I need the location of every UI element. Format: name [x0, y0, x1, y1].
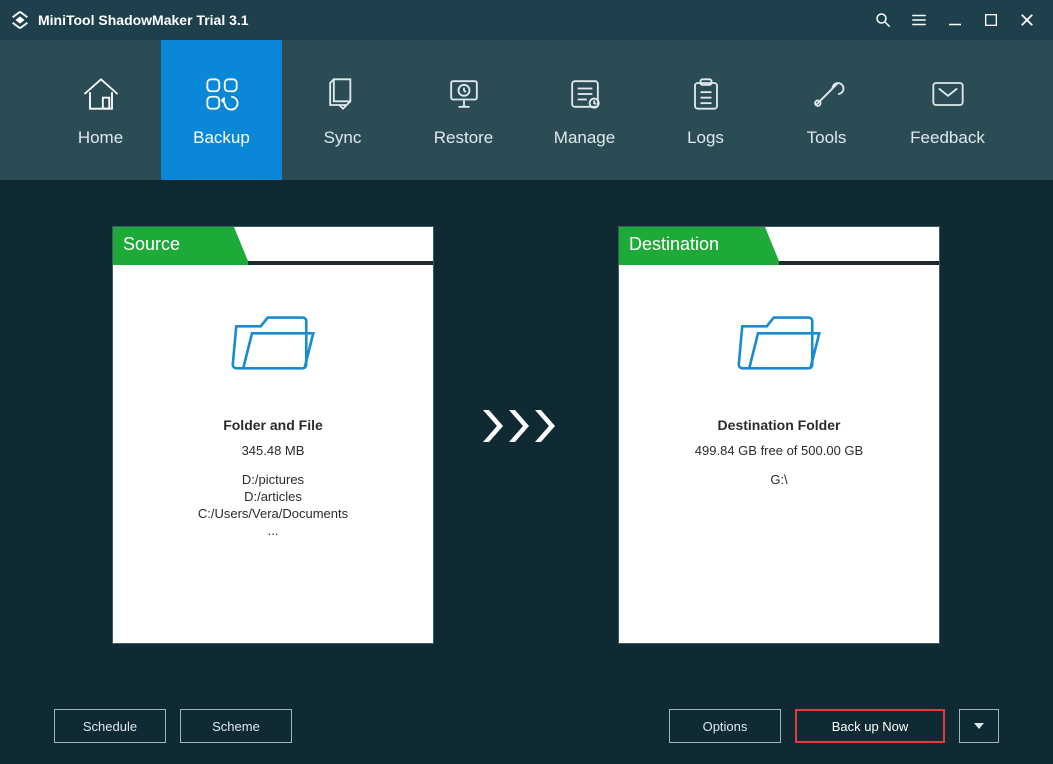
- menu-icon[interactable]: [901, 0, 937, 40]
- folder-icon: [619, 307, 939, 377]
- maximize-icon[interactable]: [973, 0, 1009, 40]
- source-size: 345.48 MB: [113, 443, 433, 458]
- nav-label: Sync: [324, 128, 362, 148]
- titlebar: MiniTool ShadowMaker Trial 3.1: [0, 0, 1053, 40]
- destination-panel[interactable]: Destination Destination Folder 499.84 GB…: [618, 226, 940, 644]
- nav-backup[interactable]: Backup: [161, 40, 282, 180]
- folder-icon: [113, 307, 433, 377]
- source-path: D:/pictures: [113, 472, 433, 487]
- close-icon[interactable]: [1009, 0, 1045, 40]
- nav-tools[interactable]: Tools: [766, 40, 887, 180]
- schedule-button[interactable]: Schedule: [54, 709, 166, 743]
- destination-heading: Destination Folder: [619, 417, 939, 433]
- nav-label: Logs: [687, 128, 724, 148]
- nav-label: Home: [78, 128, 123, 148]
- app-logo-icon: [8, 8, 32, 32]
- minimize-icon[interactable]: [937, 0, 973, 40]
- nav-restore[interactable]: Restore: [403, 40, 524, 180]
- nav-label: Manage: [554, 128, 615, 148]
- source-path: D:/articles: [113, 489, 433, 504]
- nav-label: Feedback: [910, 128, 985, 148]
- source-path: C:/Users/Vera/Documents: [113, 506, 433, 521]
- source-flag: Source: [113, 227, 248, 261]
- content-area: Source Folder and File 345.48 MB D:/pict…: [0, 180, 1053, 764]
- search-icon[interactable]: [865, 0, 901, 40]
- app-title: MiniTool ShadowMaker Trial 3.1: [38, 12, 249, 28]
- source-path: ...: [113, 523, 433, 538]
- nav-manage[interactable]: Manage: [524, 40, 645, 180]
- destination-flag: Destination: [619, 227, 779, 261]
- nav-logs[interactable]: Logs: [645, 40, 766, 180]
- source-heading: Folder and File: [113, 417, 433, 433]
- scheme-button[interactable]: Scheme: [180, 709, 292, 743]
- nav-label: Restore: [434, 128, 494, 148]
- nav-home[interactable]: Home: [40, 40, 161, 180]
- source-panel[interactable]: Source Folder and File 345.48 MB D:/pict…: [112, 226, 434, 644]
- arrow-icon: [483, 406, 569, 451]
- nav-sync[interactable]: Sync: [282, 40, 403, 180]
- bottom-bar: Schedule Scheme Options Back up Now: [0, 706, 1053, 746]
- backup-now-dropdown[interactable]: [959, 709, 999, 743]
- backup-now-button[interactable]: Back up Now: [795, 709, 945, 743]
- destination-drive: G:\: [619, 472, 939, 487]
- options-button[interactable]: Options: [669, 709, 781, 743]
- nav-label: Tools: [807, 128, 847, 148]
- nav-feedback[interactable]: Feedback: [887, 40, 1008, 180]
- nav-label: Backup: [193, 128, 250, 148]
- main-nav: Home Backup Sync Restore Manage: [0, 40, 1053, 180]
- destination-free: 499.84 GB free of 500.00 GB: [619, 443, 939, 458]
